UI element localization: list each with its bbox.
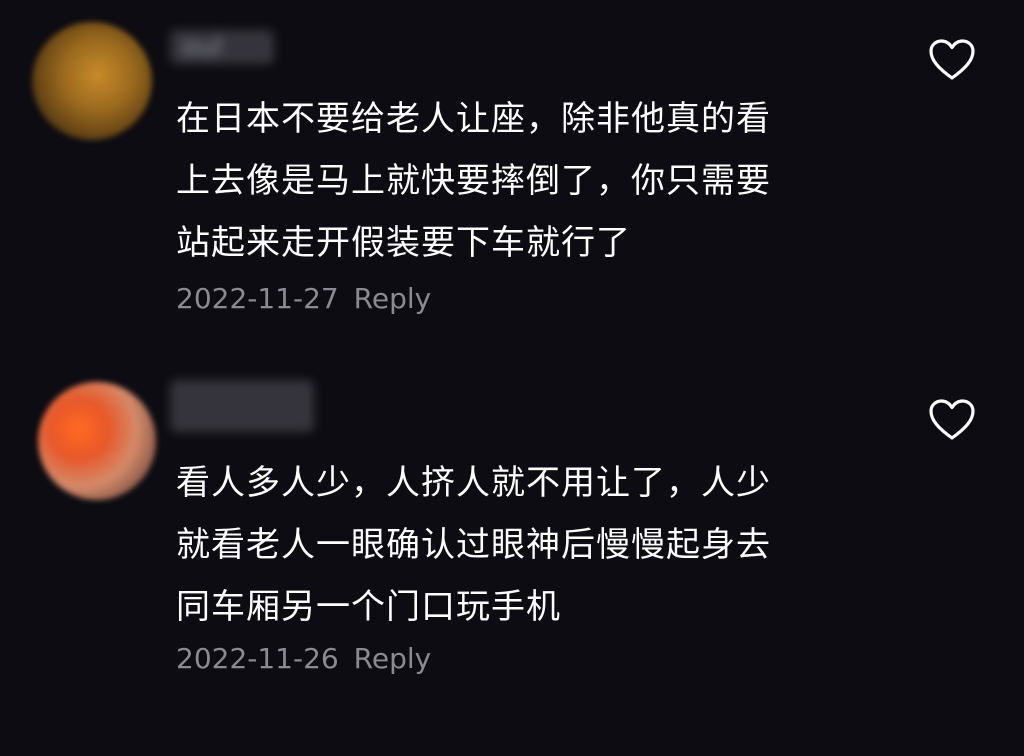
heart-icon[interactable]: [928, 398, 976, 442]
comment-item: 看人多人少，人挤人就不用让了，人少 就看老人一眼确认过眼神后慢慢起身去 同车厢另…: [0, 360, 1024, 756]
comment-text-line: 同车厢另一个门口玩手机: [176, 587, 561, 627]
username[interactable]: oul: [170, 30, 274, 64]
reply-button[interactable]: Reply: [354, 282, 432, 315]
heart-icon[interactable]: [928, 38, 976, 82]
comment-meta: 2022-11-26 Reply: [176, 642, 431, 675]
comment-item: oul 在日本不要给老人让座，除非他真的看 上去像是马上就快要摔倒了，你只需要 …: [0, 0, 1024, 360]
comment-meta: 2022-11-27 Reply: [176, 282, 431, 315]
comment-text: 在日本不要给老人让座，除非他真的看 上去像是马上就快要摔倒了，你只需要 站起来走…: [176, 88, 856, 274]
comment-date: 2022-11-27: [176, 282, 339, 315]
comment-text-line: 就看老人一眼确认过眼神后慢慢起身去: [176, 525, 771, 565]
comment-date: 2022-11-26: [176, 642, 339, 675]
avatar[interactable]: [32, 22, 152, 140]
comment-text-line: 上去像是马上就快要摔倒了，你只需要: [176, 161, 771, 201]
reply-button[interactable]: Reply: [354, 642, 432, 675]
avatar[interactable]: [38, 382, 156, 500]
username[interactable]: [170, 380, 314, 432]
comment-text: 看人多人少，人挤人就不用让了，人少 就看老人一眼确认过眼神后慢慢起身去 同车厢另…: [176, 452, 856, 638]
comment-text-line: 站起来走开假装要下车就行了: [176, 223, 631, 263]
comment-text-line: 看人多人少，人挤人就不用让了，人少: [176, 463, 771, 503]
comment-text-line: 在日本不要给老人让座，除非他真的看: [176, 99, 771, 139]
